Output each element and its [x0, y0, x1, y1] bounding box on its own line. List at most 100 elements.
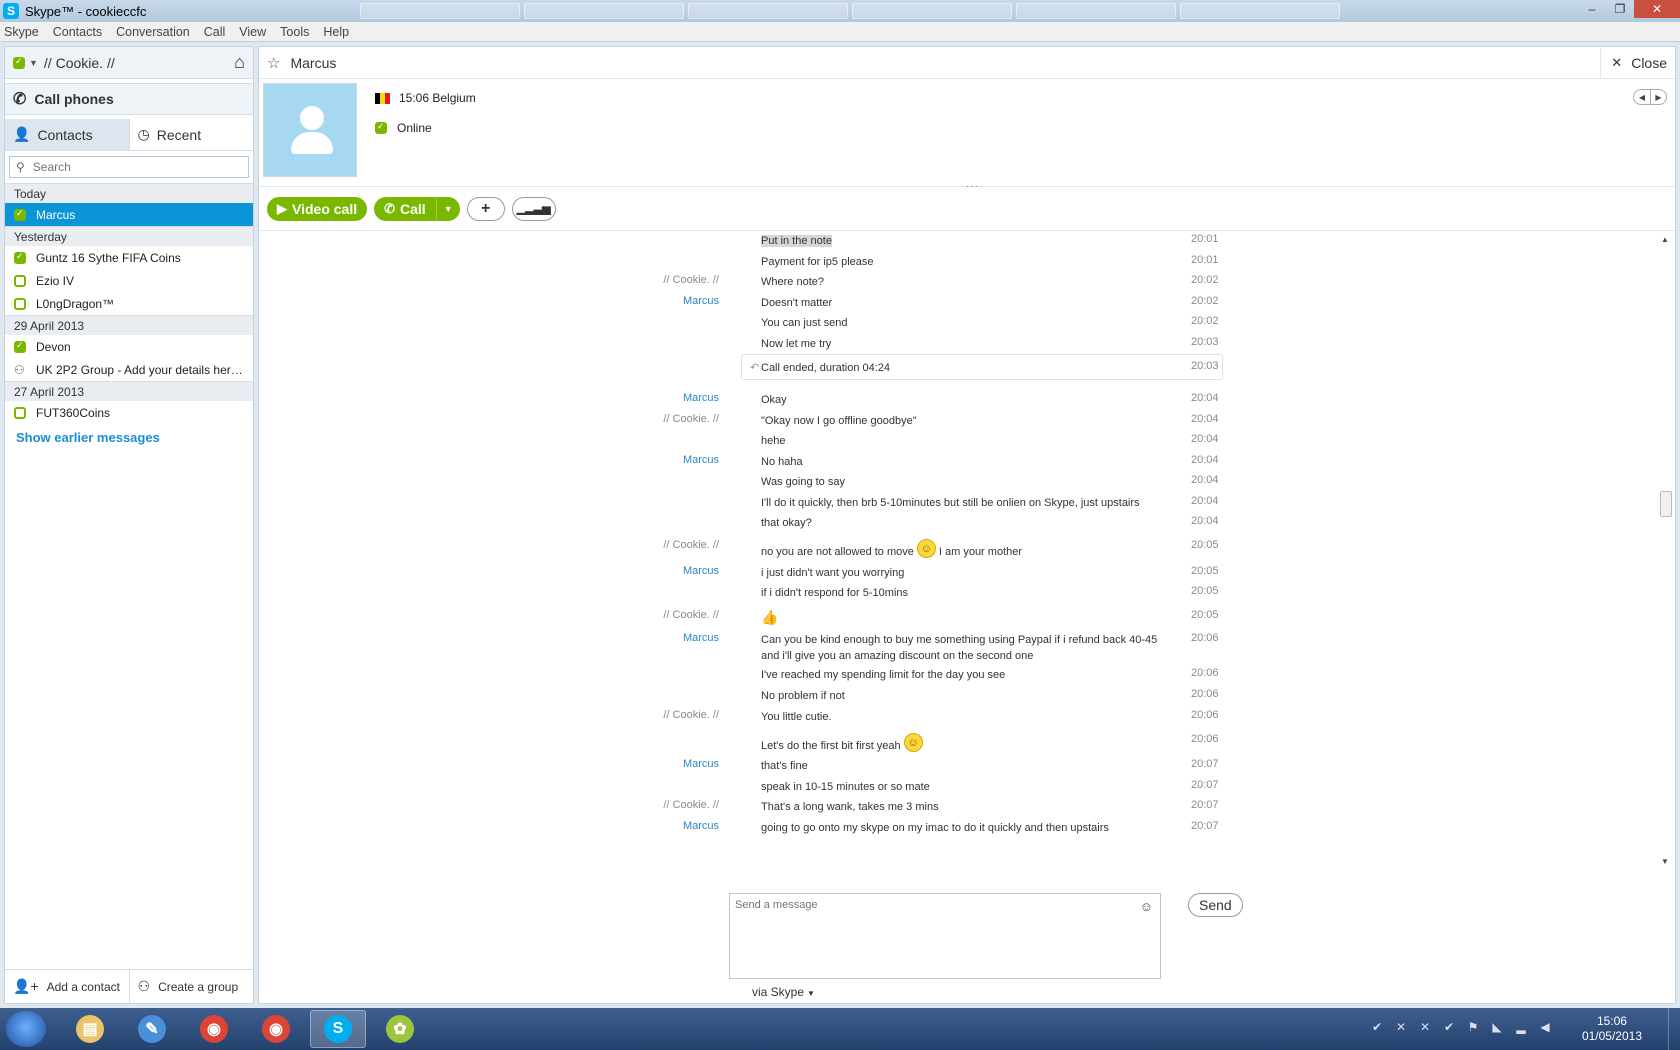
tab-recent[interactable]: ◷ Recent	[128, 119, 253, 150]
network-icon[interactable]: ▂	[1514, 1020, 1528, 1034]
online-status-icon[interactable]	[13, 56, 25, 69]
profile-row[interactable]: ▼ // Cookie. // ⌂	[5, 47, 253, 79]
message-text: Put in the note	[761, 233, 1173, 249]
send-button[interactable]: Send	[1188, 893, 1243, 917]
contact-item[interactable]: Ezio IV	[5, 269, 253, 292]
taskbar-app-file-explorer[interactable]: ▤	[62, 1010, 118, 1048]
contact-item-marcus[interactable]: Marcus	[5, 203, 253, 226]
call-label: Call	[400, 200, 426, 217]
message-sender[interactable]: Marcus	[683, 632, 719, 644]
system-tray: ✔ ✕ ✕ ✔ ⚑ ◣ ▂ ◀	[1370, 1020, 1552, 1034]
tray-icon[interactable]: ✔	[1442, 1020, 1456, 1034]
taskbar-app-chrome-2[interactable]: ◉	[248, 1010, 304, 1048]
message-body: Can you be kind enough to buy me somethi…	[761, 634, 1158, 662]
message-sender[interactable]: Marcus	[683, 392, 719, 404]
previous-arrow-icon[interactable]: ◀	[1634, 90, 1650, 104]
clock-date: 01/05/2013	[1581, 1029, 1642, 1043]
message-sender[interactable]: Marcus	[683, 758, 719, 770]
message-text: hehe	[761, 433, 1173, 449]
tray-icon[interactable]: ✕	[1418, 1020, 1432, 1034]
call-button[interactable]: ✆ Call	[374, 196, 436, 221]
message-text: Now let me try	[761, 336, 1173, 352]
show-earlier-messages-link[interactable]: Show earlier messages	[5, 424, 253, 451]
maximize-button[interactable]: ❐	[1606, 0, 1634, 18]
scroll-up-arrow-icon[interactable]: ▲	[1661, 235, 1669, 244]
message-sender[interactable]: Marcus	[683, 820, 719, 832]
minimize-button[interactable]: –	[1578, 0, 1606, 18]
message-time: 20:01	[1191, 254, 1219, 266]
contact-item[interactable]: Devon	[5, 335, 253, 358]
add-contact-button[interactable]: 👤+ Add a contact	[5, 970, 129, 1003]
message-body: i just didn't want you worrying	[761, 567, 905, 579]
chevron-down-icon[interactable]: ▼	[435, 196, 460, 221]
taskbar-app-paint[interactable]: ✿	[372, 1010, 428, 1048]
message-sender[interactable]: Marcus	[683, 295, 719, 307]
profile-name[interactable]: // Cookie. //	[44, 55, 115, 71]
resize-grip-icon[interactable]: ···	[966, 181, 979, 192]
home-icon[interactable]: ⌂	[234, 52, 245, 73]
window-controls: – ❐ ✕	[1578, 0, 1680, 18]
message-time: 20:05	[1191, 565, 1219, 577]
close-conversation-button[interactable]: ✕ Close	[1600, 46, 1675, 79]
avatar[interactable]	[263, 83, 357, 177]
taskbar-app-notepad[interactable]: ✎	[124, 1010, 180, 1048]
search-input[interactable]	[32, 160, 223, 174]
video-call-button[interactable]: ▶ Video call	[267, 196, 368, 221]
tray-icon[interactable]: ✕	[1394, 1020, 1408, 1034]
message-input[interactable]	[730, 894, 1160, 978]
start-button[interactable]	[6, 1011, 46, 1047]
nvidia-icon[interactable]: ◣	[1490, 1020, 1504, 1034]
menu-contacts[interactable]: Contacts	[53, 25, 102, 39]
message-body: going to go onto my skype on my imac to …	[761, 822, 1109, 834]
chevron-down-icon[interactable]: ▼	[29, 58, 38, 68]
person-icon: 👤	[13, 126, 31, 142]
emoticon-picker-icon[interactable]: ☺	[1140, 899, 1153, 914]
menu-call[interactable]: Call	[204, 25, 226, 39]
taskbar-clock[interactable]: 15:06 01/05/2013	[1582, 1014, 1642, 1044]
message-body: No problem if not	[761, 690, 845, 702]
contact-item[interactable]: L0ngDragon™	[5, 292, 253, 315]
contact-item[interactable]: Guntz 16 Sythe FIFA Coins	[5, 246, 253, 269]
via-skype-dropdown[interactable]: via Skype ▼	[752, 985, 815, 999]
tab-contacts[interactable]: 👤 Contacts	[5, 119, 129, 150]
menu-view[interactable]: View	[239, 25, 266, 39]
contact-name: Ezio IV	[36, 273, 75, 288]
message-text: No haha	[761, 454, 1173, 470]
local-time-row: 15:06 Belgium	[375, 91, 476, 105]
skype-tray-icon[interactable]: ✔	[1370, 1020, 1384, 1034]
menu-tools[interactable]: Tools	[280, 25, 309, 39]
scrollbar-thumb[interactable]	[1660, 491, 1672, 517]
taskbar-app-skype[interactable]: S	[310, 1010, 366, 1048]
call-phones-button[interactable]: ✆ Call phones	[5, 83, 253, 115]
menu-help[interactable]: Help	[323, 25, 349, 39]
message-text: Let's do the first bit first yeah ☺	[761, 733, 1173, 754]
contact-item[interactable]: FUT360Coins	[5, 401, 253, 424]
show-desktop-button[interactable]	[1668, 1008, 1680, 1050]
star-icon[interactable]: ☆	[267, 54, 280, 72]
message-time: 20:04	[1191, 474, 1219, 486]
message-sender: // Cookie. //	[663, 609, 719, 621]
menu-skype[interactable]: Skype	[4, 25, 39, 39]
message-time: 20:03	[1191, 336, 1219, 348]
message-sender[interactable]: Marcus	[683, 565, 719, 577]
message-sender[interactable]: Marcus	[683, 454, 719, 466]
call-quality-button[interactable]: ▁▂▃▅	[511, 196, 556, 221]
menu-conversation[interactable]: Conversation	[116, 25, 190, 39]
pane-splitter-handle[interactable]: ⋮	[254, 525, 264, 539]
add-participant-button[interactable]: +	[466, 196, 505, 221]
contact-name: FUT360Coins	[36, 405, 111, 420]
close-window-button[interactable]: ✕	[1634, 0, 1680, 18]
action-center-flag-icon[interactable]: ⚑	[1466, 1020, 1480, 1034]
plus-icon: +	[481, 199, 491, 217]
contact-name: Guntz 16 Sythe FIFA Coins	[36, 250, 181, 265]
taskbar-app-chrome-1[interactable]: ◉	[186, 1010, 242, 1048]
create-group-button[interactable]: ⚇ Create a group	[128, 970, 254, 1003]
contact-item-group[interactable]: ⚇ UK 2P2 Group - Add your details here -…	[5, 358, 253, 381]
volume-icon[interactable]: ◀	[1538, 1020, 1552, 1034]
message-scrollbar[interactable]: ▲ ▼	[1659, 233, 1673, 868]
tab-recent-label: Recent	[156, 126, 202, 143]
recent-group-header: Yesterday	[5, 226, 253, 246]
next-arrow-icon[interactable]: ▶	[1650, 90, 1666, 104]
search-box[interactable]: ⚲	[9, 156, 249, 178]
scroll-down-arrow-icon[interactable]: ▼	[1661, 857, 1669, 866]
